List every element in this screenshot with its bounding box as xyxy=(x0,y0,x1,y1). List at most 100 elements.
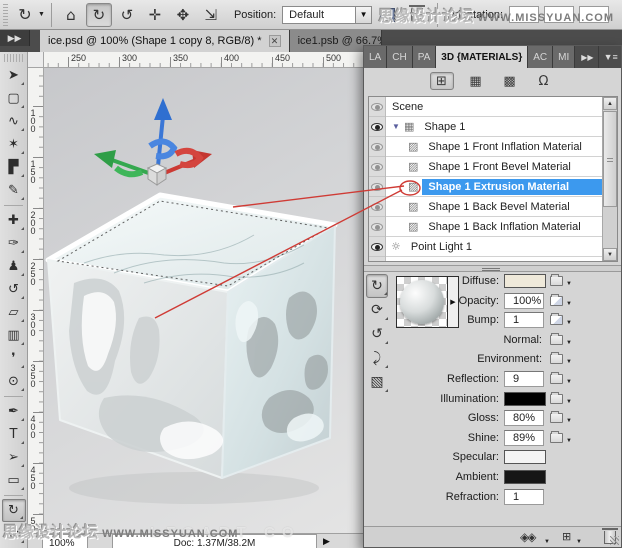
eye-icon[interactable] xyxy=(371,162,383,171)
orientation-x-input[interactable] xyxy=(509,6,540,23)
eyedropper-tool[interactable]: ✎ xyxy=(2,179,26,202)
scene-tree-row[interactable]: ☼ Point Light 1 xyxy=(386,237,602,257)
toolbox-grip[interactable] xyxy=(4,54,23,62)
texture-menu-icon[interactable] xyxy=(550,352,563,365)
zoom-level-field[interactable]: 100% xyxy=(42,534,88,548)
property-value-field[interactable]: 100% xyxy=(504,292,544,309)
panel-menu-icon[interactable]: ▼≡ xyxy=(597,46,621,68)
scene-tree-row[interactable]: ▨ Shape 1 Extrusion Material xyxy=(386,177,602,197)
scroll-up-icon[interactable]: ▲ xyxy=(603,97,617,110)
toggle-visibility-icon[interactable]: ◈◈ xyxy=(520,530,537,544)
pen-tool[interactable]: ✒ xyxy=(2,400,26,423)
property-color-swatch[interactable] xyxy=(504,450,546,465)
marquee-tool[interactable]: ▢ xyxy=(2,87,26,110)
brush-tool[interactable]: ✑ xyxy=(2,232,26,255)
eye-icon[interactable] xyxy=(371,142,383,151)
filter-meshes-icon[interactable]: ▦ xyxy=(464,72,488,90)
current-3d-tool-icon[interactable]: ↻ xyxy=(12,3,38,27)
dropdown-caret-icon[interactable]: ▼ xyxy=(355,6,372,23)
caret-icon[interactable]: ▼ xyxy=(544,539,550,545)
la[interactable]: LA xyxy=(364,46,388,68)
scale-3d-object-tool[interactable]: ⇲ xyxy=(198,3,224,27)
horizontal-ruler[interactable]: 250300350400450500550 xyxy=(44,52,363,68)
eraser-tool[interactable]: ▱ xyxy=(2,301,26,324)
visibility-toggle[interactable] xyxy=(369,177,385,197)
visibility-toggle[interactable] xyxy=(369,117,385,137)
rotate-3d-object-tool[interactable]: ↻ xyxy=(85,2,112,27)
vertical-ruler[interactable]: 100 150 200 250 300 350 400 450 500 xyxy=(28,68,44,533)
filter-materials-icon[interactable]: ▩ xyxy=(498,72,522,90)
orientation-y-input[interactable] xyxy=(544,6,575,23)
healing-brush-tool[interactable]: ✚ xyxy=(2,209,26,232)
slide-3d-object-tool[interactable]: ✥ xyxy=(170,3,196,27)
toolbox-collapse-icon[interactable]: ▶▶ xyxy=(0,30,30,46)
eye-icon[interactable] xyxy=(371,122,383,131)
eye-icon[interactable] xyxy=(371,182,383,191)
visibility-toggle[interactable] xyxy=(369,237,385,257)
filter-whole-scene-icon[interactable]: ⊞ xyxy=(429,72,454,90)
texture-menu-icon[interactable] xyxy=(550,371,563,384)
document-canvas[interactable] xyxy=(44,68,363,533)
property-color-swatch[interactable] xyxy=(504,469,546,484)
texture-menu-caret-icon[interactable]: ▼ xyxy=(566,399,572,405)
ch[interactable]: CH xyxy=(387,46,413,68)
eye-icon[interactable] xyxy=(371,102,383,111)
texture-menu-caret-icon[interactable]: ▼ xyxy=(566,438,572,444)
tool-preset-caret-icon[interactable]: ▼ xyxy=(38,11,45,18)
orientation-z-input[interactable] xyxy=(579,6,610,23)
lasso-tool[interactable]: ∿ xyxy=(2,110,26,133)
property-value-field[interactable]: 80% xyxy=(504,410,544,427)
visibility-toggle[interactable] xyxy=(369,97,385,117)
scene-tree-row[interactable]: ▨ Shape 1 Back Inflation Material xyxy=(386,217,602,237)
return-to-initial-position-button[interactable]: ⌂ xyxy=(58,3,84,27)
ruler-corner[interactable] xyxy=(28,52,44,68)
panel-resize-grip[interactable] xyxy=(610,536,619,545)
texture-menu-caret-icon[interactable]: ▼ xyxy=(566,359,572,365)
texture-menu-icon[interactable] xyxy=(550,313,563,326)
more-tabs-icon[interactable]: ▶▶ xyxy=(577,46,597,68)
texture-menu-icon[interactable] xyxy=(550,391,563,404)
eye-icon[interactable] xyxy=(371,242,383,251)
panel-splitter[interactable] xyxy=(364,265,621,272)
clone-stamp-tool[interactable]: ♟ xyxy=(2,255,26,278)
roll-3d-object-tool[interactable]: ↺ xyxy=(114,3,140,27)
texture-menu-caret-icon[interactable]: ▼ xyxy=(566,379,572,385)
eye-icon[interactable] xyxy=(371,202,383,211)
crop-tool[interactable]: ▛ xyxy=(2,156,26,179)
scene-tree-row[interactable]: ▨ Shape 1 Back Bevel Material xyxy=(386,197,602,217)
blur-tool[interactable]: ❜ xyxy=(2,347,26,370)
pa[interactable]: PA xyxy=(412,46,437,68)
visibility-toggle[interactable] xyxy=(369,217,385,237)
caret-icon[interactable]: ▼ xyxy=(576,539,582,545)
dodge-tool[interactable]: ⊙ xyxy=(2,370,26,393)
position-dropdown[interactable]: Default ▼ xyxy=(282,5,373,24)
texture-menu-caret-icon[interactable]: ▼ xyxy=(566,340,572,346)
options-bar-grip[interactable] xyxy=(3,3,8,26)
texture-menu-caret-icon[interactable]: ▼ xyxy=(566,418,572,424)
gradient-tool[interactable]: ▥ xyxy=(2,324,26,347)
pan-3d-object-tool[interactable]: ✛ xyxy=(142,3,168,27)
property-value-field[interactable]: 89% xyxy=(504,429,544,446)
shape-tool[interactable]: ▭ xyxy=(2,469,26,492)
property-value-field[interactable]: 1 xyxy=(504,488,544,505)
texture-menu-icon[interactable] xyxy=(550,274,563,286)
doc-size-indicator[interactable]: Doc: 1.37M/38.2M xyxy=(112,534,317,548)
tab-close-icon[interactable]: ✕ xyxy=(268,35,281,47)
expander-icon[interactable]: ▼ xyxy=(392,122,402,131)
path-selection-tool[interactable]: ➢ xyxy=(2,446,26,469)
visibility-toggle[interactable] xyxy=(369,157,385,177)
scene-tree-row[interactable]: Scene xyxy=(386,97,602,117)
scrollbar-thumb[interactable] xyxy=(603,111,617,207)
status-bar-menu-icon[interactable]: ▶ xyxy=(323,536,330,547)
ac[interactable]: AC xyxy=(528,46,554,68)
texture-menu-icon[interactable] xyxy=(550,293,563,306)
save-view-icon[interactable] xyxy=(380,7,396,22)
property-value-field[interactable]: 1 xyxy=(504,312,544,329)
delete-view-icon[interactable] xyxy=(409,5,426,21)
history-brush-tool[interactable]: ↺ xyxy=(2,278,26,301)
texture-menu-icon[interactable] xyxy=(550,430,563,443)
new-item-icon[interactable]: ⊞ xyxy=(562,530,571,543)
scene-tree-row[interactable]: ▨ Shape 1 Front Bevel Material xyxy=(386,157,602,177)
texture-menu-caret-icon[interactable]: ▼ xyxy=(566,320,572,326)
scene-tree-row[interactable]: ▨ Shape 1 Front Inflation Material xyxy=(386,137,602,157)
